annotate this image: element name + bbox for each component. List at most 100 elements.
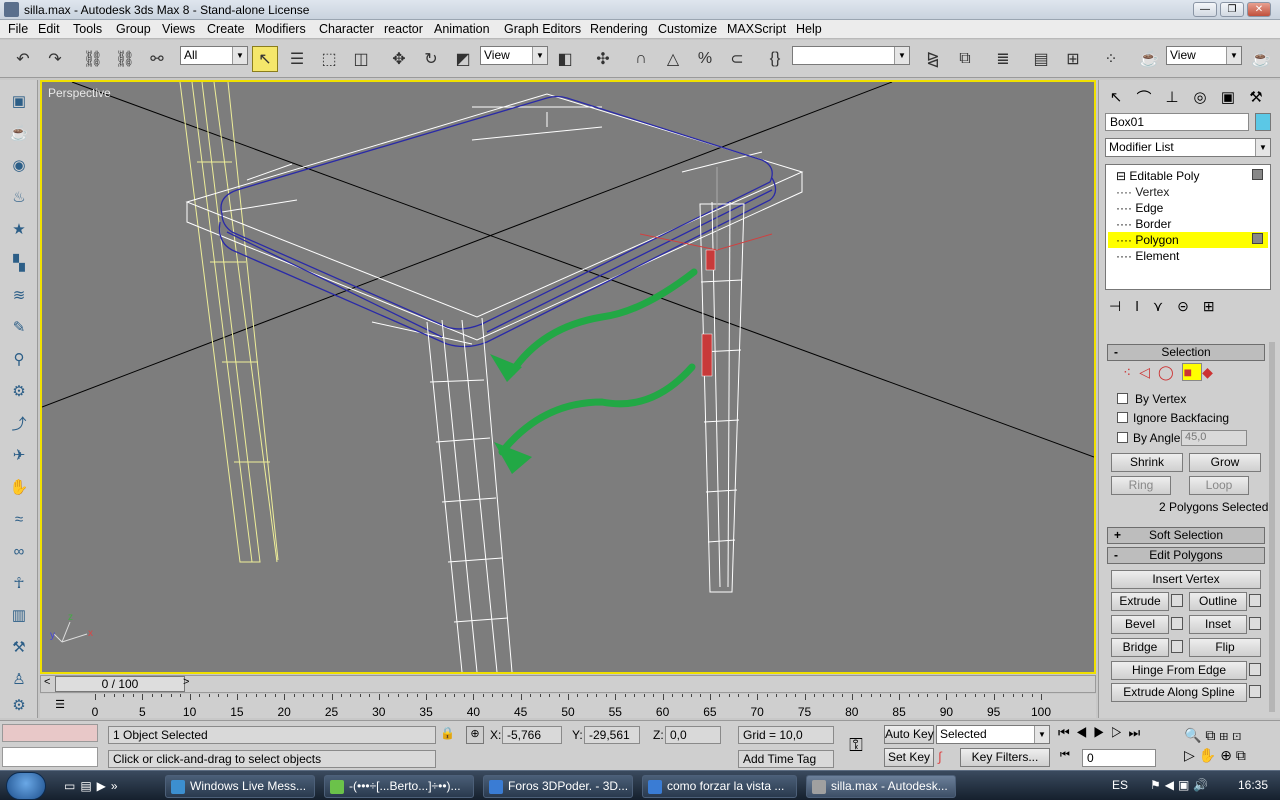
snap-toggle-icon[interactable]: ∩ xyxy=(628,46,654,72)
spinner-snap-icon[interactable]: ⊂ xyxy=(724,46,750,72)
redo-icon[interactable]: ↷ xyxy=(42,46,68,72)
select-by-name-icon[interactable]: ☰ xyxy=(284,46,310,72)
star-icon[interactable]: ★ xyxy=(6,216,32,242)
hierarchy-tab-icon[interactable]: ⊥ xyxy=(1159,84,1185,110)
menu-maxscript[interactable]: MAXScript xyxy=(727,22,786,36)
minimize-button[interactable]: — xyxy=(1193,2,1217,17)
figure-icon[interactable]: ♙ xyxy=(6,666,32,692)
stack-vertex[interactable]: ···· Vertex xyxy=(1116,184,1169,200)
key-mode-toggle-icon[interactable]: ⏮ xyxy=(1060,749,1074,767)
quick-launch-icons[interactable]: ▭▤▶» xyxy=(64,779,144,795)
motion-tab-icon[interactable]: ◎ xyxy=(1187,84,1213,110)
checker-icon[interactable]: ▚ xyxy=(6,250,32,276)
render-scene-icon[interactable]: ☕ xyxy=(1136,46,1162,72)
system-tray-icons[interactable]: ⚑◀▣🔊 xyxy=(1150,778,1230,794)
viewport-label[interactable]: Perspective xyxy=(48,86,111,100)
rectangular-selection-icon[interactable]: ⬚ xyxy=(316,46,342,72)
extrude-settings-icon[interactable] xyxy=(1171,594,1183,607)
menu-views[interactable]: Views xyxy=(162,22,195,36)
gear-icon[interactable]: ⚙ xyxy=(6,378,32,404)
selection-filter-dropdown[interactable]: All ▼ xyxy=(180,46,248,65)
selection-rollout-header[interactable]: - Selection xyxy=(1107,344,1265,361)
menu-tools[interactable]: Tools xyxy=(73,22,102,36)
menu-rendering[interactable]: Rendering xyxy=(590,22,648,36)
modifier-list-dropdown[interactable]: Modifier List ▼ xyxy=(1105,138,1271,157)
paint-icon[interactable]: ⚲ xyxy=(6,346,32,372)
menu-file[interactable]: File xyxy=(8,22,28,36)
slider-next-icon[interactable]: > xyxy=(183,676,189,688)
stack-tools-icons[interactable]: ⊣ǀ⋎⊝⊞ xyxy=(1109,298,1269,318)
manipulate-icon[interactable]: ✣ xyxy=(590,46,616,72)
extrude-button[interactable]: Extrude xyxy=(1111,592,1169,611)
y-coordinate-field[interactable]: -29,561 xyxy=(584,726,640,744)
key-icon[interactable]: ⚿ xyxy=(842,735,870,755)
edit-named-selection-icon[interactable]: {} xyxy=(762,46,788,72)
menu-graph-editors[interactable]: Graph Editors xyxy=(504,22,581,36)
key-mode-dropdown[interactable]: Selected ▼ xyxy=(936,725,1050,744)
inset-button[interactable]: Inset xyxy=(1189,615,1247,634)
tool-icon[interactable]: ⚒ xyxy=(6,634,32,660)
stack-polygon[interactable]: ···· Polygon xyxy=(1108,232,1268,248)
outline-button[interactable]: Outline xyxy=(1189,592,1247,611)
auto-key-button[interactable]: Auto Key xyxy=(884,725,934,744)
z-coordinate-field[interactable]: 0,0 xyxy=(665,726,721,744)
utilities-tab-icon[interactable]: ⚒ xyxy=(1243,84,1269,110)
ignore-backfacing-checkbox[interactable] xyxy=(1117,412,1128,423)
menu-modifiers[interactable]: Modifiers xyxy=(255,22,306,36)
stack-element[interactable]: ···· Element xyxy=(1116,248,1179,264)
subobject-level-icons[interactable]: ⁖◁◯ ■ ◆ xyxy=(1123,363,1263,386)
render-type-dropdown[interactable]: View ▼ xyxy=(1166,46,1242,65)
window-crossing-icon[interactable]: ◫ xyxy=(348,46,374,72)
inset-settings-icon[interactable] xyxy=(1249,617,1261,630)
task-3ds-max[interactable]: silla.max - Autodesk... xyxy=(806,775,956,798)
maximize-button[interactable]: ❐ xyxy=(1220,2,1244,17)
layer-manager-icon[interactable]: ≣ xyxy=(990,46,1016,72)
slider-prev-icon[interactable]: < xyxy=(44,676,50,688)
bind-space-warp-icon[interactable]: ⚯ xyxy=(144,46,170,72)
start-button[interactable] xyxy=(6,772,46,800)
bevel-button[interactable]: Bevel xyxy=(1111,615,1169,634)
bevel-settings-icon[interactable] xyxy=(1171,617,1183,630)
percent-snap-icon[interactable]: % xyxy=(692,46,718,72)
sphere-icon[interactable]: ◉ xyxy=(6,152,32,178)
tangent-icon[interactable]: ∫ xyxy=(938,749,956,767)
key-filters-button[interactable]: Key Filters... xyxy=(960,748,1050,767)
flip-button[interactable]: Flip xyxy=(1189,638,1261,657)
link-icon[interactable]: ∞ xyxy=(6,538,32,564)
language-indicator[interactable]: ES xyxy=(1112,778,1128,792)
current-frame-field[interactable]: 0 xyxy=(1082,749,1156,767)
menu-create[interactable]: Create xyxy=(207,22,245,36)
unlink-icon[interactable]: ⛓ xyxy=(112,46,138,72)
bridge-settings-icon[interactable] xyxy=(1171,640,1183,653)
hinge-from-edge-button[interactable]: Hinge From Edge xyxy=(1111,661,1247,680)
insert-vertex-button[interactable]: Insert Vertex xyxy=(1111,570,1261,589)
teapot-icon[interactable]: ☕ xyxy=(6,120,32,146)
x-coordinate-field[interactable]: -5,766 xyxy=(502,726,562,744)
panel-scrollbar[interactable] xyxy=(1269,342,1275,712)
maxscript-listener-pink[interactable] xyxy=(2,724,98,742)
material-editor-icon[interactable]: ⁘ xyxy=(1098,46,1124,72)
loop-button[interactable]: Loop xyxy=(1189,476,1249,495)
menu-edit[interactable]: Edit xyxy=(38,22,60,36)
by-angle-spinner[interactable]: 45,0 xyxy=(1181,430,1247,446)
object-name-field[interactable]: Box01 xyxy=(1105,113,1249,131)
stack-edge[interactable]: ···· Edge xyxy=(1116,200,1163,216)
undo-icon[interactable]: ↶ xyxy=(10,46,36,72)
stack-border[interactable]: ···· Border xyxy=(1116,216,1171,232)
menu-customize[interactable]: Customize xyxy=(658,22,717,36)
playback-controls[interactable]: ⏮◀▶▷⏭ xyxy=(1058,725,1178,745)
align-icon[interactable]: ⧉ xyxy=(952,46,978,72)
track-bar-menu-icon[interactable]: ☰ xyxy=(52,698,68,712)
task-como-forzar[interactable]: como forzar la vista ... xyxy=(642,775,797,798)
maxscript-listener-white[interactable] xyxy=(2,747,98,767)
outline-settings-icon[interactable] xyxy=(1249,594,1261,607)
time-slider[interactable]: 0 / 100 xyxy=(55,676,185,692)
set-key-button[interactable]: Set Key xyxy=(884,748,934,767)
object-color-swatch[interactable] xyxy=(1255,113,1271,131)
task-foros-3dpoder[interactable]: Foros 3DPoder. - 3D... xyxy=(483,775,633,798)
shrink-button[interactable]: Shrink xyxy=(1111,453,1183,472)
curve-editor-icon[interactable]: ▤ xyxy=(1028,46,1054,72)
create-tab-icon[interactable]: ↖ xyxy=(1103,84,1129,110)
menu-character[interactable]: Character xyxy=(319,22,374,36)
layers-icon[interactable]: ≋ xyxy=(6,282,32,308)
